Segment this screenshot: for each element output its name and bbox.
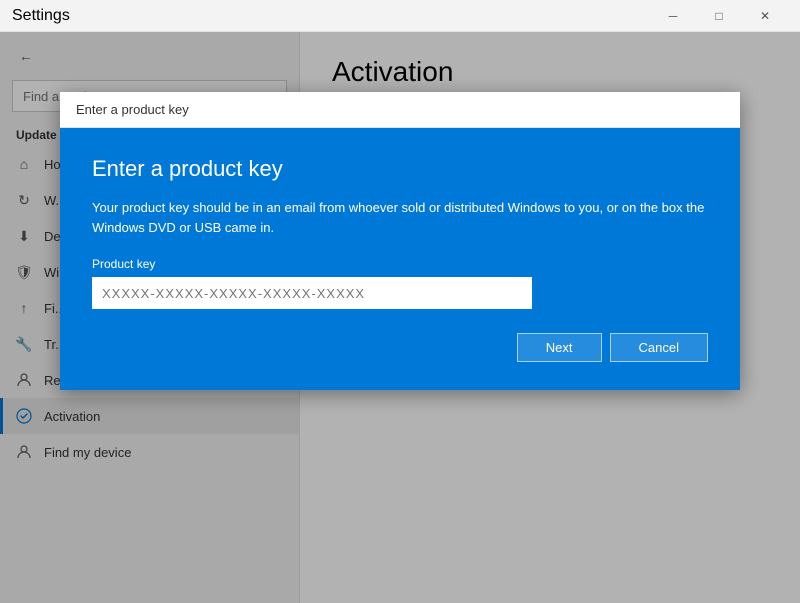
modal-description: Your product key should be in an email f… bbox=[92, 198, 708, 237]
modal-header-title: Enter a product key bbox=[76, 102, 189, 117]
next-button[interactable]: Next bbox=[517, 333, 602, 362]
modal-buttons: Next Cancel bbox=[92, 333, 708, 362]
modal-body: Enter a product key Your product key sho… bbox=[60, 128, 740, 390]
titlebar-title: Settings bbox=[12, 7, 70, 25]
modal-container: Enter a product key Enter a product key … bbox=[60, 92, 740, 390]
cancel-button[interactable]: Cancel bbox=[610, 333, 708, 362]
maximize-button[interactable]: □ bbox=[696, 0, 742, 32]
titlebar: Settings ─ □ ✕ bbox=[0, 0, 800, 32]
modal-overlay: Enter a product key Enter a product key … bbox=[0, 32, 800, 603]
product-key-input[interactable] bbox=[92, 277, 532, 309]
titlebar-controls: ─ □ ✕ bbox=[650, 0, 788, 32]
minimize-button[interactable]: ─ bbox=[650, 0, 696, 32]
modal-title: Enter a product key bbox=[92, 156, 708, 182]
product-key-label: Product key bbox=[92, 257, 708, 271]
modal-header: Enter a product key bbox=[60, 92, 740, 128]
titlebar-left: Settings bbox=[12, 7, 70, 25]
close-button[interactable]: ✕ bbox=[742, 0, 788, 32]
